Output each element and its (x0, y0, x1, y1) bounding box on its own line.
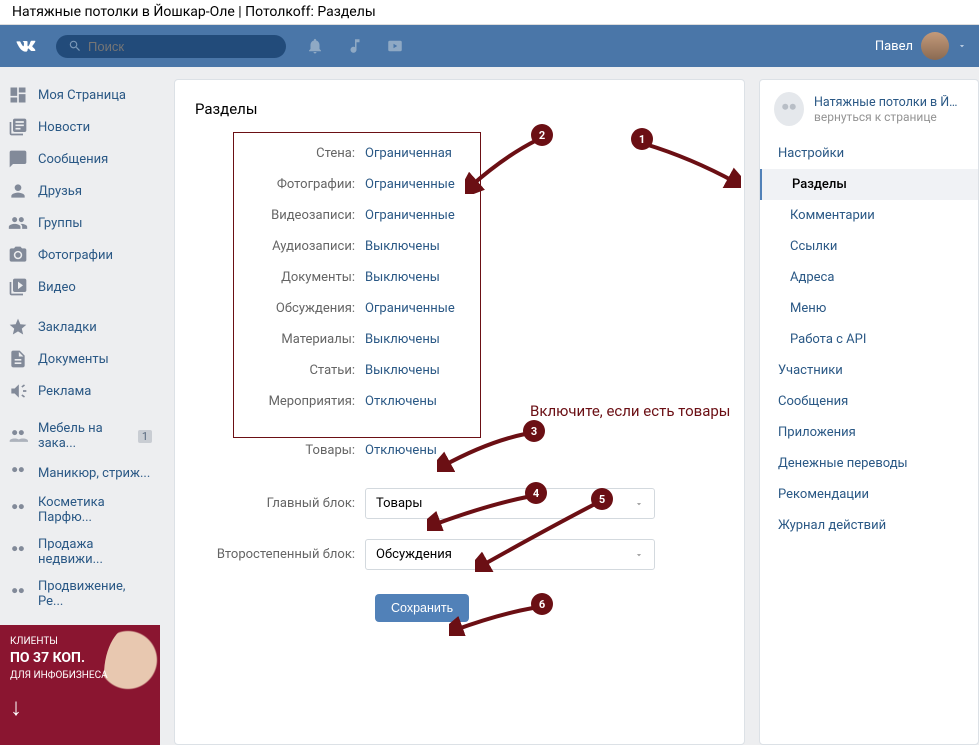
annot-6: 6 (531, 593, 553, 615)
chevron-down-icon (957, 41, 967, 51)
nav-grp-1[interactable]: Маникюр, стриж... (0, 457, 160, 489)
setting-label-8: Мероприятия: (195, 394, 365, 409)
user-menu[interactable]: Павел (875, 32, 967, 60)
setting-value-8[interactable]: Отключены (365, 394, 437, 409)
annot-5: 5 (591, 488, 613, 510)
right-item-4[interactable]: Адреса (760, 262, 978, 293)
topbar: Павел (0, 25, 979, 67)
annot-4: 4 (525, 482, 547, 504)
browser-title: Натяжные потолки в Йошкар-Оле | Потолкоf… (0, 0, 979, 25)
nav-grp-3[interactable]: Продажа недвижи... (0, 531, 160, 573)
search-icon (68, 39, 82, 53)
setting-value-2[interactable]: Ограниченные (365, 208, 455, 223)
setting-label-3: Аудиозаписи: (195, 239, 365, 254)
nav-documents[interactable]: Документы (0, 343, 160, 375)
chevron-down-icon (634, 499, 644, 509)
setting-value-3[interactable]: Выключены (365, 239, 440, 254)
setting-value-5[interactable]: Ограниченные (365, 301, 455, 316)
setting-value-7[interactable]: Выключены (365, 363, 440, 378)
setting-label-5: Обсуждения: (195, 301, 365, 316)
nav-bookmarks[interactable]: Закладки (0, 311, 160, 343)
right-sidebar: Натяжные потолки в Йо... вернуться к стр… (759, 79, 979, 745)
avatar (921, 32, 949, 60)
products-value[interactable]: Отключены (365, 443, 437, 458)
notifications-icon[interactable] (306, 37, 324, 55)
right-item-6[interactable]: Работа с API (760, 324, 978, 355)
products-label: Товары: (195, 443, 365, 458)
secondary-block-label: Второстепенный блок: (195, 547, 365, 562)
secondary-block-select[interactable]: Обсуждения (365, 539, 655, 570)
search-box[interactable] (56, 35, 286, 58)
right-item-11[interactable]: Рекомендации (760, 479, 978, 510)
setting-label-1: Фотографии: (195, 177, 365, 192)
nav-videos[interactable]: Видео (0, 271, 160, 303)
nav-photos[interactable]: Фотографии (0, 239, 160, 271)
back-link[interactable]: вернуться к странице (814, 110, 964, 124)
right-item-8[interactable]: Сообщения (760, 386, 978, 417)
group-avatar (774, 92, 804, 126)
right-item-1[interactable]: Разделы (760, 169, 978, 200)
right-item-7[interactable]: Участники (760, 355, 978, 386)
right-item-2[interactable]: Комментарии (760, 200, 978, 231)
annot-1: 1 (631, 128, 653, 150)
setting-value-0[interactable]: Ограниченная (365, 146, 452, 161)
nav-ads[interactable]: Реклама (0, 375, 160, 407)
music-icon[interactable] (346, 37, 364, 55)
right-item-0[interactable]: Настройки (760, 138, 978, 169)
left-nav: Моя Страница Новости Сообщения Друзья Гр… (0, 79, 160, 745)
nav-grp-0[interactable]: Мебель на зака...1 (0, 415, 160, 457)
annot-3: 3 (523, 420, 545, 442)
setting-label-2: Видеозаписи: (195, 208, 365, 223)
main-block-label: Главный блок: (195, 496, 365, 511)
setting-label-7: Статьи: (195, 363, 365, 378)
video-icon[interactable] (386, 37, 404, 55)
right-item-3[interactable]: Ссылки (760, 231, 978, 262)
content-panel: Разделы Стена:ОграниченнаяФотографии:Огр… (174, 79, 745, 745)
setting-label-0: Стена: (195, 146, 365, 161)
setting-label-4: Документы: (195, 270, 365, 285)
badge: 1 (138, 430, 152, 443)
nav-grp-4[interactable]: Продвижение, Ре... (0, 573, 160, 615)
page-title: Разделы (195, 100, 724, 118)
right-item-9[interactable]: Приложения (760, 417, 978, 448)
nav-friends[interactable]: Друзья (0, 175, 160, 207)
right-item-12[interactable]: Журнал действий (760, 510, 978, 541)
setting-label-6: Материалы: (195, 332, 365, 347)
right-item-5[interactable]: Меню (760, 293, 978, 324)
nav-news[interactable]: Новости (0, 111, 160, 143)
search-input[interactable] (88, 39, 268, 54)
nav-groups[interactable]: Группы (0, 207, 160, 239)
group-name[interactable]: Натяжные потолки в Йо... (814, 95, 964, 110)
setting-value-6[interactable]: Выключены (365, 332, 440, 347)
save-button[interactable]: Сохранить (375, 594, 469, 622)
annot-tip: Включите, если есть товары (530, 402, 730, 422)
annot-2: 2 (531, 124, 553, 146)
setting-value-4[interactable]: Выключены (365, 270, 440, 285)
setting-value-1[interactable]: Ограниченные (365, 177, 455, 192)
chevron-down-icon (634, 550, 644, 560)
right-item-10[interactable]: Денежные переводы (760, 448, 978, 479)
nav-messages[interactable]: Сообщения (0, 143, 160, 175)
nav-grp-2[interactable]: Косметика Парфю... (0, 489, 160, 531)
username: Павел (875, 39, 913, 54)
vk-logo[interactable] (12, 32, 40, 60)
nav-my-page[interactable]: Моя Страница (0, 79, 160, 111)
ad-block[interactable]: КЛИЕНТЫ ПО 37 КОП. ДЛЯ ИНФОБИЗНЕСА ↓ (0, 625, 160, 745)
